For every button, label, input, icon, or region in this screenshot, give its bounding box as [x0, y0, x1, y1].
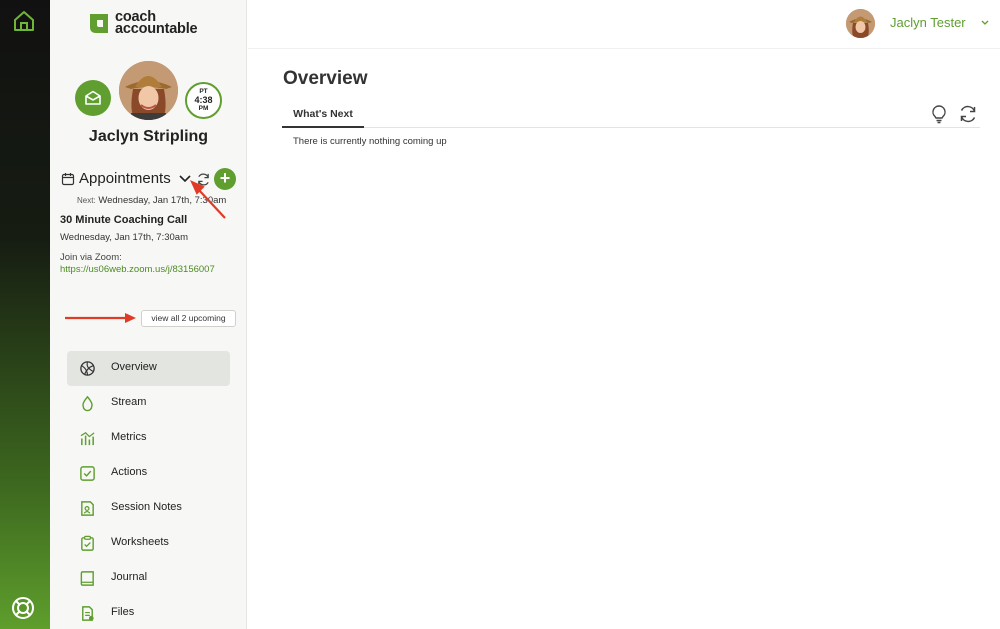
nav-item-journal[interactable]: Journal: [67, 561, 230, 596]
chevron-down-icon[interactable]: [178, 174, 192, 184]
view-all-upcoming-button[interactable]: view all 2 upcoming: [141, 310, 236, 327]
next-label: Next:: [77, 196, 96, 205]
logo-wordmark: coach accountable: [115, 9, 198, 37]
avatar-photo: [119, 61, 178, 120]
page-title: Overview: [283, 68, 368, 89]
empty-state-message: There is currently nothing coming up: [293, 136, 447, 147]
nav-item-metrics[interactable]: Metrics: [67, 421, 230, 456]
zoom-label: Join via Zoom:: [60, 252, 122, 263]
lifebuoy-icon[interactable]: [11, 596, 35, 620]
user-menu[interactable]: Jaclyn Tester: [846, 9, 996, 39]
chevron-down-icon: [981, 20, 989, 25]
logo-mark-icon: [90, 14, 108, 33]
nav-item-overview[interactable]: Overview: [67, 351, 230, 386]
envelope-icon: [85, 90, 101, 105]
ampm-label: PM: [198, 105, 209, 112]
clipboard-icon: [81, 535, 94, 551]
appointments-header: Appointments +: [61, 168, 241, 190]
next-appointment: Next: Wednesday, Jan 17th, 7:30am: [77, 195, 226, 206]
home-icon[interactable]: [12, 9, 36, 33]
nav-item-stream[interactable]: Stream: [67, 386, 230, 421]
checkbox-icon: [80, 466, 95, 481]
header-divider: [248, 48, 1000, 49]
nav-item-files[interactable]: Files: [67, 596, 230, 629]
sidebar-nav: Overview Stream Metrics Actions Session …: [67, 351, 230, 629]
drop-icon: [82, 395, 93, 412]
overview-icon: [80, 361, 95, 376]
time-value: 4:38: [194, 95, 213, 105]
nav-label: Session Notes: [111, 501, 182, 513]
user-avatar: [846, 9, 875, 38]
nav-label: Metrics: [111, 431, 147, 443]
client-name: Jaclyn Stripling: [88, 128, 209, 145]
tab-bar: What's Next: [282, 104, 980, 128]
nav-item-session-notes[interactable]: Session Notes: [67, 491, 230, 526]
calendar-icon: [61, 173, 75, 186]
user-avatar-photo: [846, 9, 875, 38]
metrics-icon: [80, 432, 95, 446]
notes-icon: [81, 501, 94, 516]
nav-label: Stream: [111, 396, 147, 408]
nav-label: Worksheets: [111, 536, 169, 548]
nav-label: Files: [111, 606, 135, 618]
files-icon: [82, 606, 94, 621]
refresh-icon[interactable]: [958, 104, 978, 124]
nav-label: Journal: [111, 571, 148, 583]
appointment-date: Wednesday, Jan 17th, 7:30am: [60, 232, 188, 243]
tab-whats-next[interactable]: What's Next: [282, 104, 364, 128]
refresh-icon[interactable]: [196, 172, 211, 187]
timezone-label: PT: [199, 88, 208, 95]
brand-logo[interactable]: coach accountable: [88, 10, 228, 40]
user-name: Jaclyn Tester: [890, 15, 966, 30]
lightbulb-icon[interactable]: [930, 104, 948, 124]
nav-item-actions[interactable]: Actions: [67, 456, 230, 491]
nav-label: Actions: [111, 466, 148, 478]
message-button[interactable]: [75, 80, 111, 116]
nav-label: Overview: [111, 361, 157, 373]
book-icon: [80, 571, 94, 586]
client-local-time: PT 4:38 PM: [185, 82, 222, 119]
zoom-link[interactable]: https://us06web.zoom.us/j/83156007: [60, 264, 238, 275]
next-value: Wednesday, Jan 17th, 7:30am: [98, 195, 227, 206]
appointments-title: Appointments: [79, 170, 171, 187]
appointment-title[interactable]: 30 Minute Coaching Call: [60, 214, 187, 226]
client-sidebar: coach accountable PT 4:38 PM Jaclyn Stri…: [50, 0, 247, 629]
client-avatar[interactable]: [119, 61, 178, 120]
nav-item-worksheets[interactable]: Worksheets: [67, 526, 230, 561]
add-appointment-button[interactable]: +: [214, 168, 236, 190]
app-rail: [0, 0, 50, 629]
